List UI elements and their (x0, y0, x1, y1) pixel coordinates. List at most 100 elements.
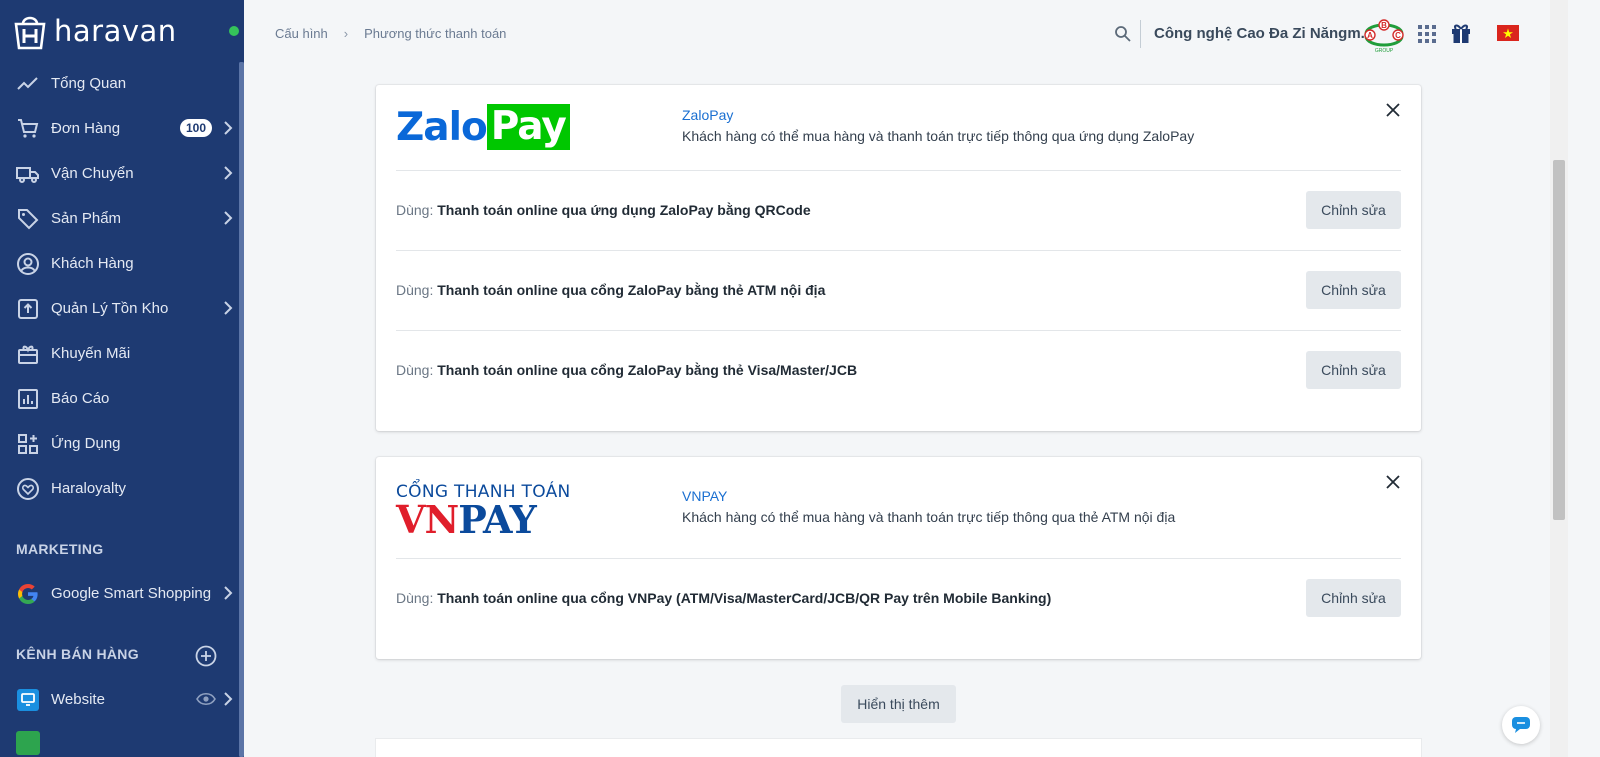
trend-icon (17, 77, 38, 90)
payment-method-name: Thanh toán online qua ứng dụng ZaloPay b… (437, 202, 811, 218)
edit-button[interactable]: Chỉnh sửa (1306, 351, 1401, 389)
next-provider-card (376, 739, 1421, 757)
chevron-right-icon (224, 692, 233, 706)
store-logo[interactable]: B A C GROUP (1362, 14, 1406, 54)
inventory-icon (18, 299, 38, 319)
payment-method-text: Dùng: Thanh toán online qua cổng ZaloPay… (396, 282, 825, 298)
orders-count-badge: 100 (180, 119, 213, 137)
sidebar-item-reports[interactable]: Báo Cáo (0, 377, 244, 419)
online-status-dot (229, 26, 239, 36)
zalopay-logo-zalo: Zalo (396, 104, 488, 150)
page-scrollbar-thumb[interactable] (1553, 160, 1565, 520)
sidebar-item-promotions[interactable]: Khuyến Mãi (0, 332, 244, 374)
sidebar-item-label: Khách Hàng (51, 254, 134, 272)
sidebar-item-label: Quản Lý Tồn Kho (51, 299, 169, 317)
payment-method-prefix: Dùng: (396, 202, 434, 218)
sidebar-item-label: Haraloyalty (51, 479, 127, 497)
search-icon[interactable] (1114, 25, 1132, 43)
brand-name: haravan (54, 14, 177, 48)
payment-method-prefix: Dùng: (396, 362, 434, 378)
breadcrumb-current-page: Phương thức thanh toán (364, 26, 507, 41)
payment-method-row: Dùng: Thanh toán online qua cổng ZaloPay… (396, 330, 1401, 410)
show-more-button[interactable]: Hiển thị thêm (841, 685, 956, 723)
store-logo-group: GROUP (1375, 48, 1394, 54)
chevron-right-icon (224, 211, 233, 225)
payment-method-row: Dùng: Thanh toán online qua cổng VNPay (… (396, 558, 1401, 638)
sidebar: haravan Tổng Quan Đơn Hàng 100 Vận Chuyể… (0, 0, 244, 757)
chat-icon (1512, 717, 1530, 733)
google-icon (18, 584, 38, 604)
sidebar-item-label: Google Smart Shopping (51, 584, 212, 602)
user-circle-icon (17, 253, 39, 275)
sidebar-item-label: Vận Chuyển (51, 164, 134, 182)
edit-button[interactable]: Chỉnh sửa (1306, 191, 1401, 229)
sidebar-item-website[interactable]: Website (0, 678, 244, 720)
provider-description: Khách hàng có thể mua hàng và thanh toán… (682, 128, 1195, 144)
sidebar-item-inventory[interactable]: Quản Lý Tồn Kho (0, 287, 244, 329)
chat-button[interactable] (1502, 706, 1540, 744)
payment-method-row: Dùng: Thanh toán online qua cổng ZaloPay… (396, 250, 1401, 330)
vnpay-logo-pay: PAY (458, 497, 537, 542)
top-bar: Cấu hình › Phương thức thanh toán Công n… (244, 0, 1600, 66)
store-logo-letter-a: A (1367, 31, 1373, 40)
page-scrollbar[interactable] (1550, 0, 1568, 757)
breadcrumb-settings-link[interactable]: Cấu hình (275, 26, 328, 41)
sidebar-item-label: Khuyến Mãi (51, 344, 131, 362)
zalopay-logo-pay: Pay (486, 104, 570, 150)
tag-icon (18, 209, 39, 230)
breadcrumb: Cấu hình › Phương thức thanh toán (275, 26, 506, 41)
store-name[interactable]: Công nghệ Cao Đa Zi Năngm... (1154, 25, 1373, 42)
sidebar-item-label: Website (51, 690, 105, 708)
sidebar-item-label: Tổng Quan (51, 74, 127, 92)
sidebar-item-products[interactable]: Sản Phẩm (0, 197, 244, 239)
heart-circle-icon (17, 478, 39, 500)
sidebar-item-overview[interactable]: Tổng Quan (0, 62, 244, 104)
provider-header: Zalo Pay ZaloPay Khách hàng có thể mua h… (376, 85, 1421, 171)
provider-title[interactable]: VNPAY (682, 488, 727, 504)
marketing-section-title: MARKETING (16, 541, 104, 557)
apps-grid-icon[interactable] (1418, 25, 1436, 43)
sidebar-item-apps[interactable]: Ứng Dụng (0, 422, 244, 464)
sidebar-item-orders[interactable]: Đơn Hàng 100 (0, 107, 244, 149)
vietnam-flag-icon[interactable] (1497, 25, 1519, 41)
sidebar-item-shipping[interactable]: Vận Chuyển (0, 152, 244, 194)
breadcrumb-separator-icon: › (343, 26, 349, 41)
zalopay-logo: Zalo Pay (396, 104, 570, 150)
store-logo-letter-b: B (1381, 21, 1387, 30)
sidebar-item-google-smart-shopping[interactable]: Google Smart Shopping (0, 572, 244, 614)
vnpay-logo-vn: VN (396, 497, 459, 542)
sidebar-scrollbar-thumb[interactable] (239, 62, 244, 757)
add-channel-icon[interactable] (195, 645, 217, 667)
close-icon[interactable] (1384, 473, 1402, 491)
chevron-right-icon (224, 166, 233, 180)
chevron-right-icon (224, 586, 233, 600)
provider-card-vnpay: CỔNG THANH TOÁN VNPAY VNPAY Khách hàng c… (376, 457, 1421, 659)
top-bar-divider (1140, 20, 1141, 48)
sales-channels-section-title: KÊNH BÁN HÀNG (16, 646, 139, 662)
edit-button[interactable]: Chỉnh sửa (1306, 579, 1401, 617)
sidebar-item-label: Sản Phẩm (51, 209, 122, 227)
provider-description: Khách hàng có thể mua hàng và thanh toán… (682, 509, 1176, 525)
brand[interactable]: haravan (10, 12, 177, 50)
haravan-retail-icon (16, 731, 40, 755)
sidebar-scrollbar[interactable] (239, 62, 244, 757)
chevron-right-icon (224, 121, 233, 135)
vnpay-logo: CỔNG THANH TOÁN VNPAY (396, 482, 570, 542)
payment-method-prefix: Dùng: (396, 282, 434, 298)
payment-method-text: Dùng: Thanh toán online qua cổng VNPay (… (396, 590, 1051, 606)
provider-title[interactable]: ZaloPay (682, 107, 733, 123)
sidebar-item-customers[interactable]: Khách Hàng (0, 242, 244, 284)
sidebar-item-label: Đơn Hàng (51, 119, 121, 137)
eye-icon[interactable] (196, 692, 216, 706)
store-logo-letter-c: C (1395, 31, 1401, 40)
edit-button[interactable]: Chỉnh sửa (1306, 271, 1401, 309)
promotion-icon (18, 345, 38, 364)
haravan-bag-icon (14, 16, 46, 50)
payment-method-text: Dùng: Thanh toán online qua cổng ZaloPay… (396, 362, 857, 378)
truck-icon (16, 167, 39, 183)
close-icon[interactable] (1384, 101, 1402, 119)
gift-icon[interactable] (1450, 22, 1472, 44)
website-icon (17, 689, 39, 711)
chevron-right-icon (224, 301, 233, 315)
sidebar-item-haraloyalty[interactable]: Haraloyalty (0, 467, 244, 509)
